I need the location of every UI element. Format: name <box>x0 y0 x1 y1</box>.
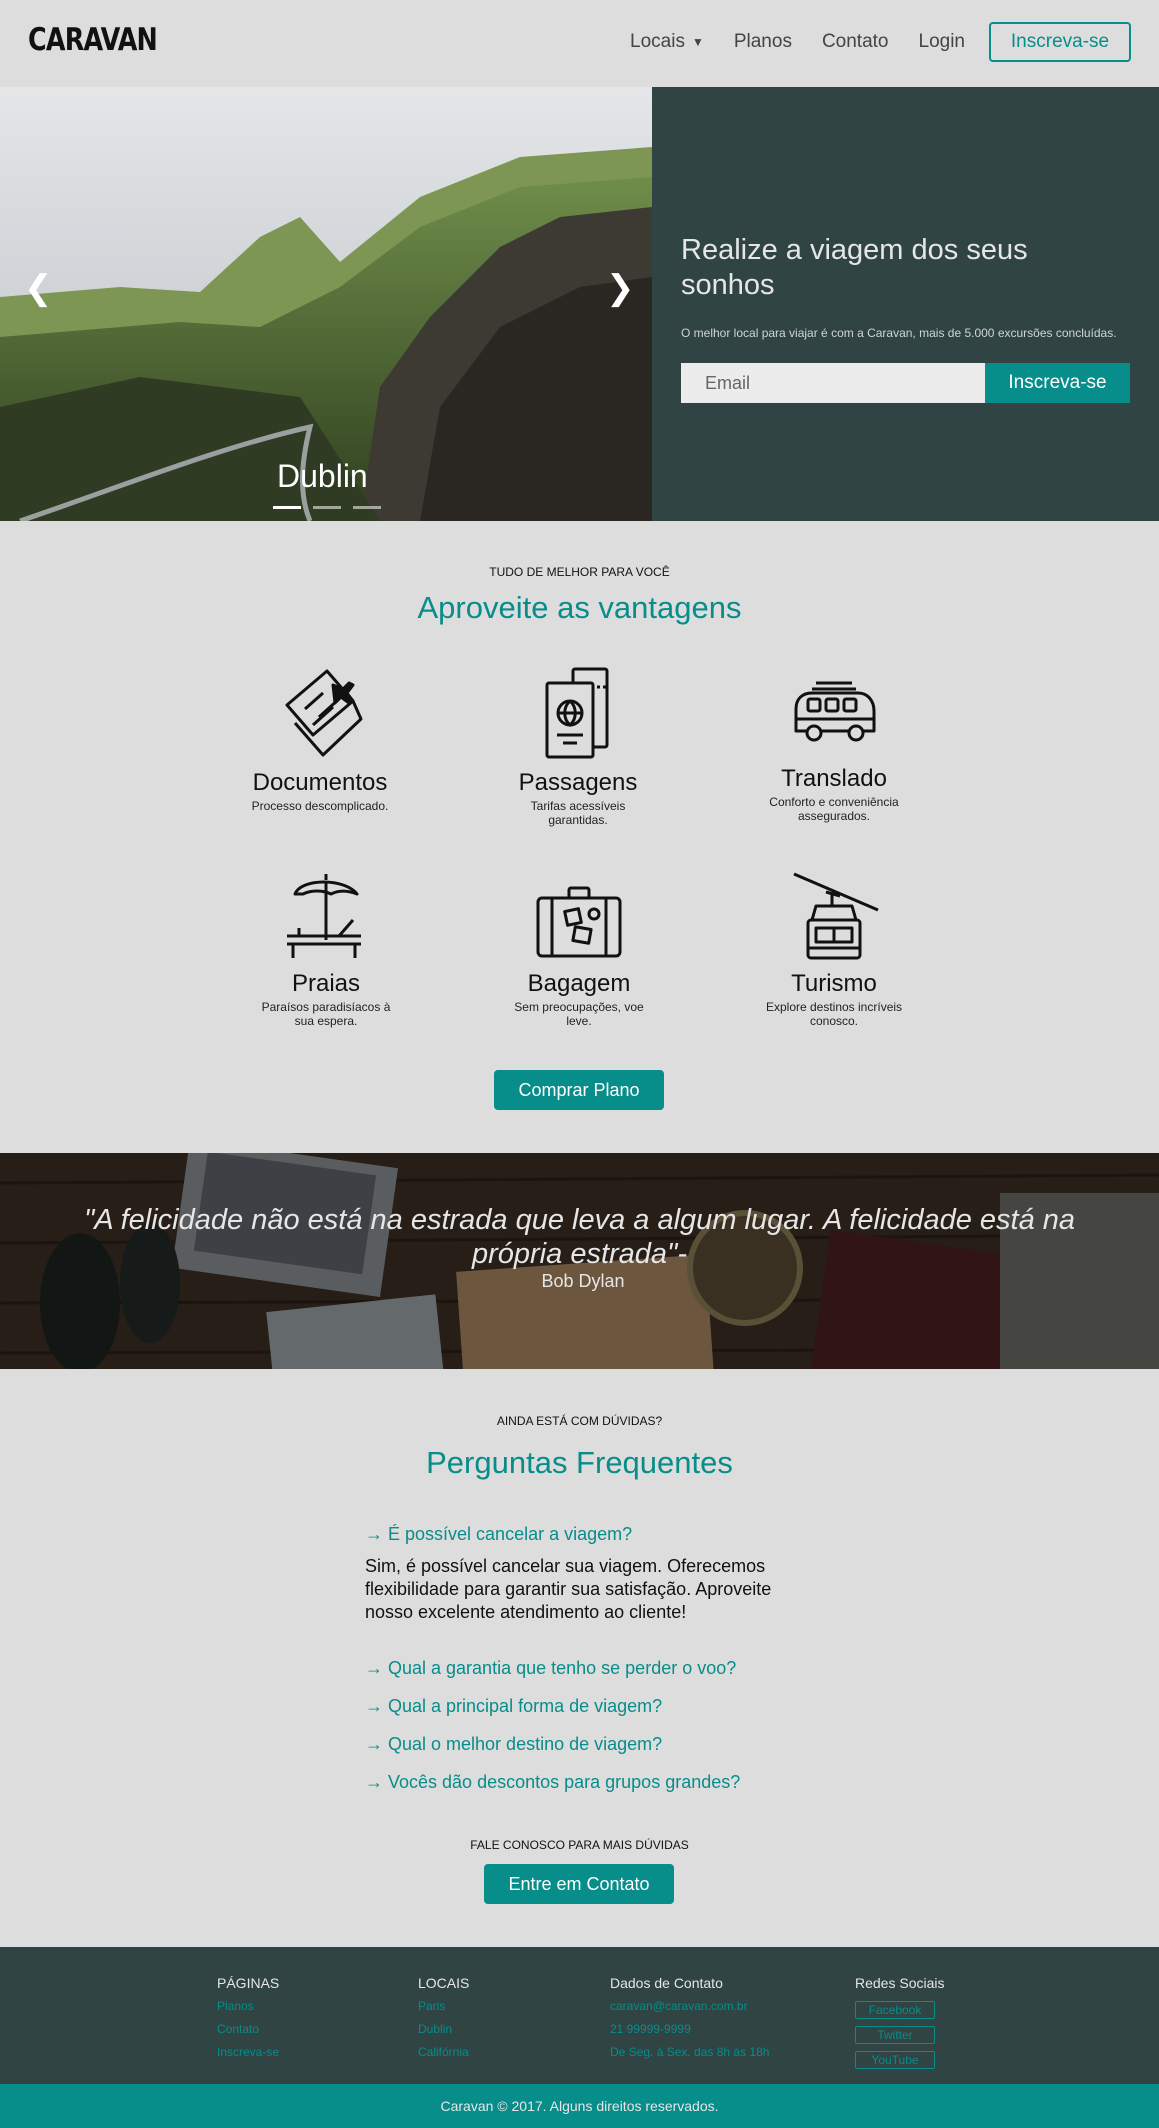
footer-phone[interactable]: 21 99999-9999 <box>610 2022 691 2036</box>
hero-signup-button[interactable]: Inscreva-se <box>985 363 1130 403</box>
feature-desc: Explore destinos incríveis conosco. <box>765 1000 903 1028</box>
feature-title: Translado <box>781 765 887 792</box>
cable-car-icon <box>793 872 879 960</box>
footer-link-contato[interactable]: Contato <box>217 2022 259 2036</box>
facebook-button[interactable]: Facebook <box>855 2001 935 2019</box>
quote-text: "A felicidade não está na estrada que le… <box>83 1204 1076 1270</box>
feature-desc: Tarifas acessíveis garantidas. <box>530 799 626 827</box>
feature-praias: Praias Paraísos paradisíacos à sua esper… <box>236 870 416 1028</box>
footer-link-planos[interactable]: Planos <box>217 1999 254 2013</box>
feature-title: Turismo <box>791 970 877 997</box>
carousel-dot[interactable] <box>313 506 341 509</box>
logo[interactable]: CARAVAN <box>28 22 158 58</box>
carousel-next-icon[interactable]: ❯ <box>606 268 635 308</box>
main-nav: Locais ▼ Planos Contato Login Inscreva-s… <box>600 22 1131 62</box>
vantagens-kicker: TUDO DE MELHOR PARA VOCÊ <box>489 565 670 579</box>
faq-title: Perguntas Frequentes <box>426 1445 733 1480</box>
footer-link-inscreva[interactable]: Inscreva-se <box>217 2045 279 2059</box>
hero-title: Realize a viagem dos seus sonhos <box>681 234 1028 301</box>
quote-author: Bob Dylan <box>541 1271 625 1291</box>
copyright-bar: Caravan © 2017. Alguns direitos reservad… <box>0 2084 1159 2128</box>
feature-desc: Processo descomplicado. <box>251 799 389 813</box>
feature-bagagem: Bagagem Sem preocupações, voe leve. <box>489 870 669 1028</box>
footer-locais-title: LOCAIS <box>418 1975 470 1991</box>
site-header: CARAVAN Locais ▼ Planos Contato Login In… <box>0 0 1159 87</box>
hero-subtitle: O melhor local para viajar é com a Carav… <box>681 326 1117 340</box>
ticket-icon <box>285 669 363 757</box>
caret-down-icon: ▼ <box>691 35 704 49</box>
feature-title: Praias <box>291 970 361 997</box>
buy-plan-button[interactable]: Comprar Plano <box>494 1070 664 1110</box>
footer-hours: De Seg. à Sex. das 8h às 18h <box>610 2045 770 2059</box>
nav-locais-label: Locais <box>630 31 685 52</box>
faq-question[interactable]: → Qual a garantia que tenho se perder o … <box>365 1658 736 1679</box>
nav-login[interactable]: Login <box>919 31 966 53</box>
carousel-prev-icon[interactable]: ❮ <box>24 268 53 308</box>
feature-title: Passagens <box>518 769 638 796</box>
feature-turismo: Turismo Explore destinos incríveis conos… <box>744 870 924 1028</box>
feature-desc: Sem preocupações, voe leve. <box>514 1000 644 1028</box>
slide-caption: Dublin <box>277 458 368 494</box>
contact-button[interactable]: Entre em Contato <box>484 1864 674 1904</box>
passport-icon <box>545 667 609 759</box>
vantagens-title: Aproveite as vantagens <box>417 590 742 625</box>
feature-title: Bagagem <box>527 970 631 997</box>
van-icon <box>794 681 876 742</box>
signup-button[interactable]: Inscreva-se <box>989 22 1131 62</box>
hero-signup-panel: Realize a viagem dos seus sonhos O melho… <box>652 87 1159 521</box>
nav-planos[interactable]: Planos <box>734 31 792 53</box>
footer-social-title: Redes Sociais <box>855 1975 945 1991</box>
footer-contact-title: Dados de Contato <box>610 1975 723 1991</box>
twitter-button[interactable]: Twitter <box>855 2026 935 2044</box>
email-input[interactable] <box>681 363 985 403</box>
feature-title: Documentos <box>252 769 388 796</box>
footer-link-paris[interactable]: Paris <box>418 1999 445 2013</box>
faq-question[interactable]: → Vocês dão descontos para grupos grande… <box>365 1772 740 1793</box>
beach-icon <box>287 874 361 958</box>
feature-documentos: Documentos Processo descomplicado. <box>230 665 410 813</box>
suitcase-icon <box>536 886 622 958</box>
footer-pages-title: PÁGINAS <box>217 1975 280 1991</box>
faq-question[interactable]: → Qual o melhor destino de viagem? <box>365 1734 662 1755</box>
footer-email[interactable]: caravan@caravan.com.br <box>610 1999 748 2013</box>
hero-carousel-image <box>0 87 652 521</box>
hero-signup-form: Inscreva-se <box>681 363 1130 403</box>
feature-passagens: Passagens Tarifas acessíveis garantidas. <box>488 665 668 827</box>
feature-desc: Conforto e conveniência assegurados. <box>769 795 899 823</box>
carousel-indicators <box>273 506 393 509</box>
contact-kicker: FALE CONOSCO PARA MAIS DÚVIDAS <box>470 1838 689 1852</box>
site-footer: PÁGINAS Planos Contato Inscreva-se LOCAI… <box>0 1947 1159 2084</box>
faq-answer: Sim, é possível cancelar sua viagem. Ofe… <box>365 1556 772 1622</box>
youtube-button[interactable]: YouTube <box>855 2051 935 2069</box>
nav-contato[interactable]: Contato <box>822 31 889 53</box>
faq-question[interactable]: → É possível cancelar a viagem? <box>365 1524 632 1545</box>
carousel-dot[interactable] <box>273 506 301 509</box>
nav-locais[interactable]: Locais ▼ <box>630 31 704 53</box>
footer-link-dublin[interactable]: Dublin <box>418 2022 452 2036</box>
carousel-dot[interactable] <box>353 506 381 509</box>
faq-kicker: AINDA ESTÁ COM DÚVIDAS? <box>496 1414 663 1428</box>
footer-link-california[interactable]: Califórnia <box>418 2045 469 2059</box>
feature-desc: Paraísos paradisíacos à sua espera. <box>261 1000 391 1028</box>
feature-translado: Translado Conforto e conveniência assegu… <box>744 665 924 823</box>
faq-question[interactable]: → Qual a principal forma de viagem? <box>365 1696 662 1717</box>
